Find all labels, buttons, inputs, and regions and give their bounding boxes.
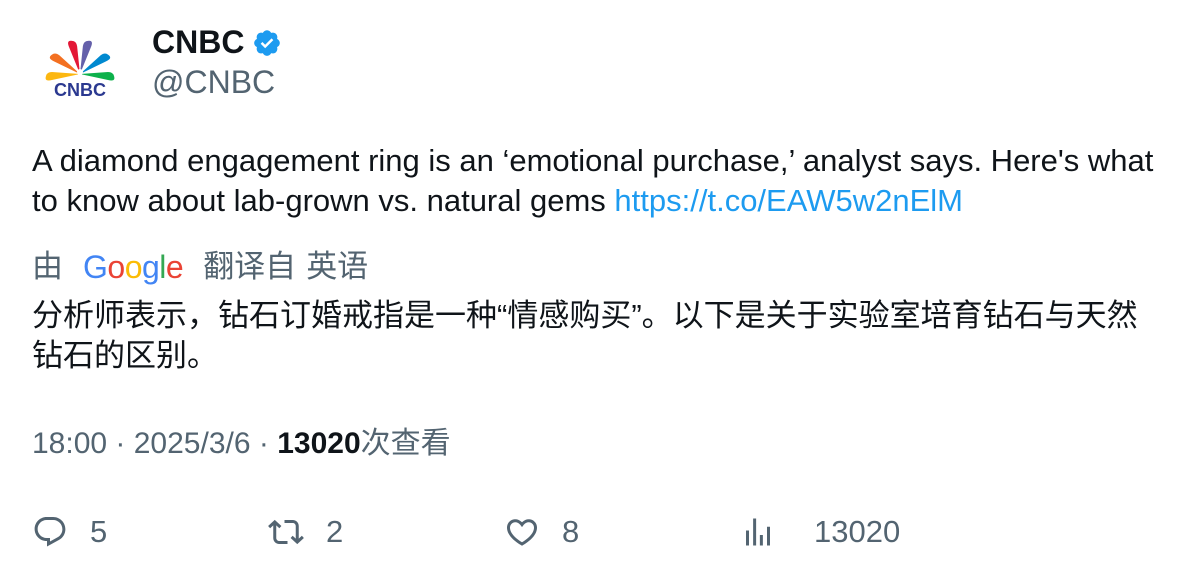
views-button[interactable]: 13020 xyxy=(740,512,900,552)
like-button[interactable]: 8 xyxy=(504,512,579,552)
translation-by-label: 由 xyxy=(32,249,63,284)
tweet-text: A diamond engagement ring is an ‘emotion… xyxy=(32,141,1162,221)
cnbc-logo-icon: CNBC xyxy=(45,40,115,100)
tweet-body: A diamond engagement ring is an ‘emotion… xyxy=(32,143,1154,218)
avatar[interactable]: CNBC xyxy=(34,30,126,122)
retweet-count: 2 xyxy=(326,514,344,549)
meta-separator: · xyxy=(107,427,134,460)
views-action-count: 13020 xyxy=(814,514,901,549)
author-name[interactable]: CNBC xyxy=(152,22,244,62)
views-count: 13020 xyxy=(277,427,361,460)
retweet-icon xyxy=(268,519,304,545)
verified-badge-icon xyxy=(254,30,281,56)
svg-text:CNBC: CNBC xyxy=(54,80,106,100)
heart-icon xyxy=(506,519,538,546)
reply-count: 5 xyxy=(90,514,108,549)
retweet-button[interactable]: 2 xyxy=(268,512,343,552)
reply-icon xyxy=(34,517,66,547)
author-handle[interactable]: @CNBC xyxy=(152,62,275,102)
tweet-date[interactable]: 2025/3/6 xyxy=(134,427,251,460)
meta-separator-2: · xyxy=(250,427,278,460)
source-language: 英语 xyxy=(306,249,369,284)
google-logo: Google xyxy=(83,249,184,285)
tweet-link[interactable]: https://t.co/EAW5w2nElM xyxy=(614,183,963,218)
translated-from-label: 翻译自 xyxy=(203,249,297,284)
tweet-time[interactable]: 18:00 xyxy=(32,427,107,460)
translated-text: 分析师表示，钻石订婚戒指是一种“情感购买”。以下是关于实验室培育钻石与天然钻石的… xyxy=(32,298,1138,373)
views-label: 次查看 xyxy=(360,427,451,460)
reply-button[interactable]: 5 xyxy=(32,512,107,552)
tweet-meta: 18:00 · 2025/3/6 · 13020次查看 xyxy=(32,424,451,464)
translation-attribution: 由 Google 翻译自 英语 xyxy=(32,246,368,288)
author-name-row[interactable]: CNBC xyxy=(152,22,282,62)
like-count: 8 xyxy=(562,514,580,549)
views-chart-icon xyxy=(746,518,770,546)
